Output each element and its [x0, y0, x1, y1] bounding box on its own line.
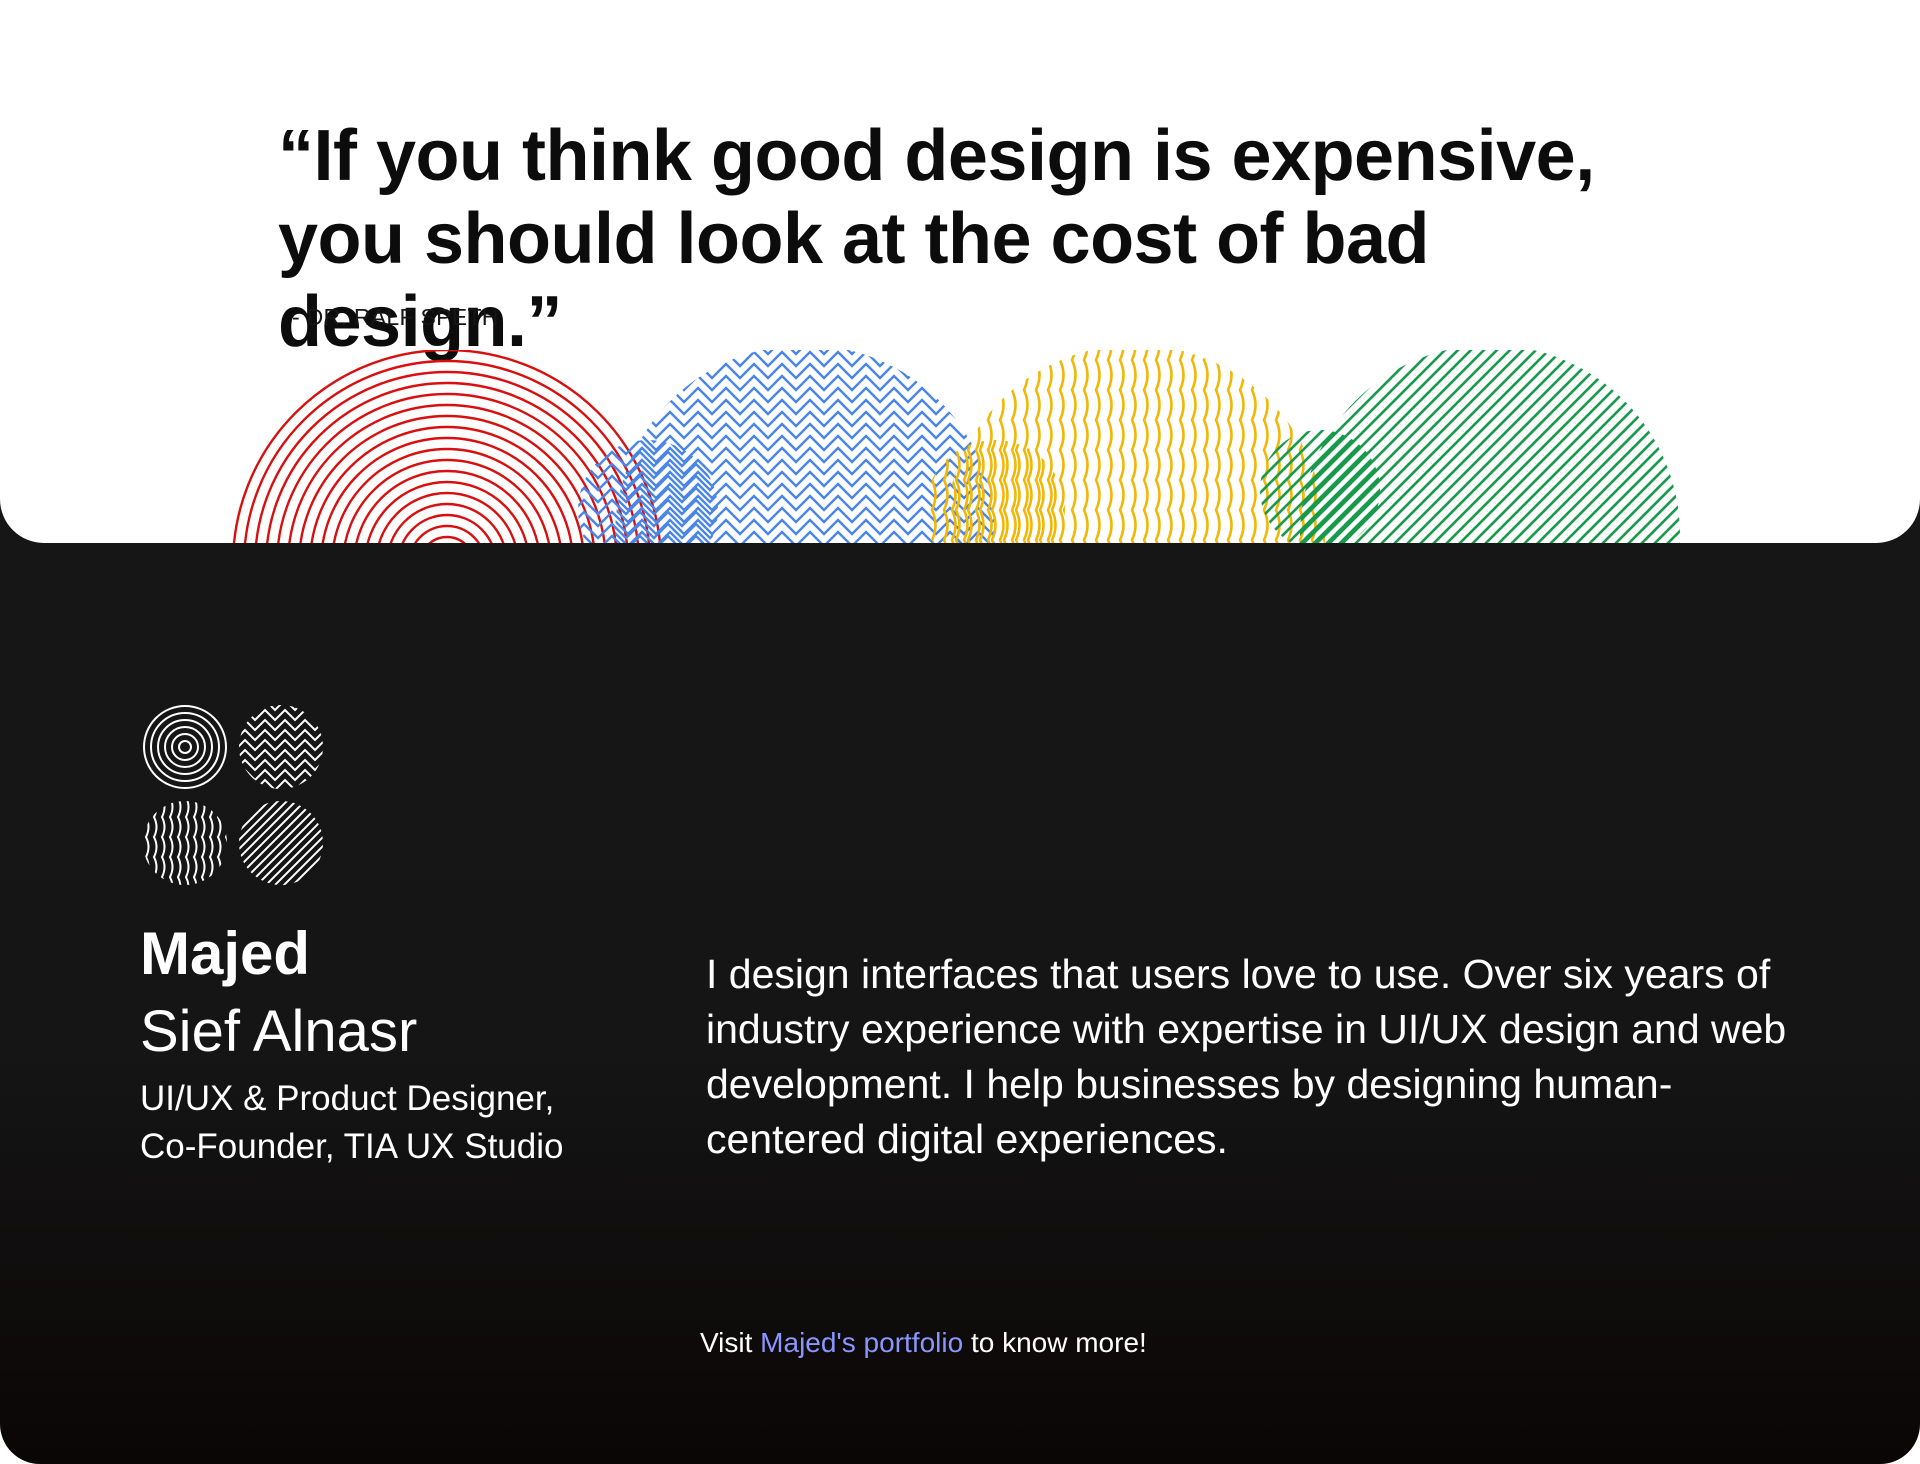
studio-logo-icon	[143, 705, 323, 885]
portfolio-cta: Visit Majed's portfolio to know more!	[700, 1325, 1147, 1361]
quote-author: - DR. RALF SPETH	[292, 304, 499, 330]
profile-role-line: UI/UX & Product Designer,	[140, 1079, 555, 1118]
chevron-pattern-icon	[578, 350, 995, 543]
cta-prefix: Visit	[700, 1327, 761, 1358]
page: “If you think good design is expensive, …	[0, 0, 1920, 1464]
profile-role: UI/UX & Product Designer, Co-Founder, TI…	[140, 1075, 660, 1171]
portfolio-link[interactable]: Majed's portfolio	[760, 1327, 963, 1358]
profile-last-name: Sief Alnasr	[140, 999, 418, 1064]
profile-first-name: Majed	[140, 920, 311, 987]
cta-suffix: to know more!	[963, 1327, 1147, 1358]
quote-section: “If you think good design is expensive, …	[0, 0, 1920, 543]
profile-role-line: Co-Founder, TIA UX Studio	[140, 1127, 564, 1166]
profile-bio: I design interfaces that users love to u…	[706, 951, 1787, 1162]
decor-patterns	[232, 350, 1680, 543]
